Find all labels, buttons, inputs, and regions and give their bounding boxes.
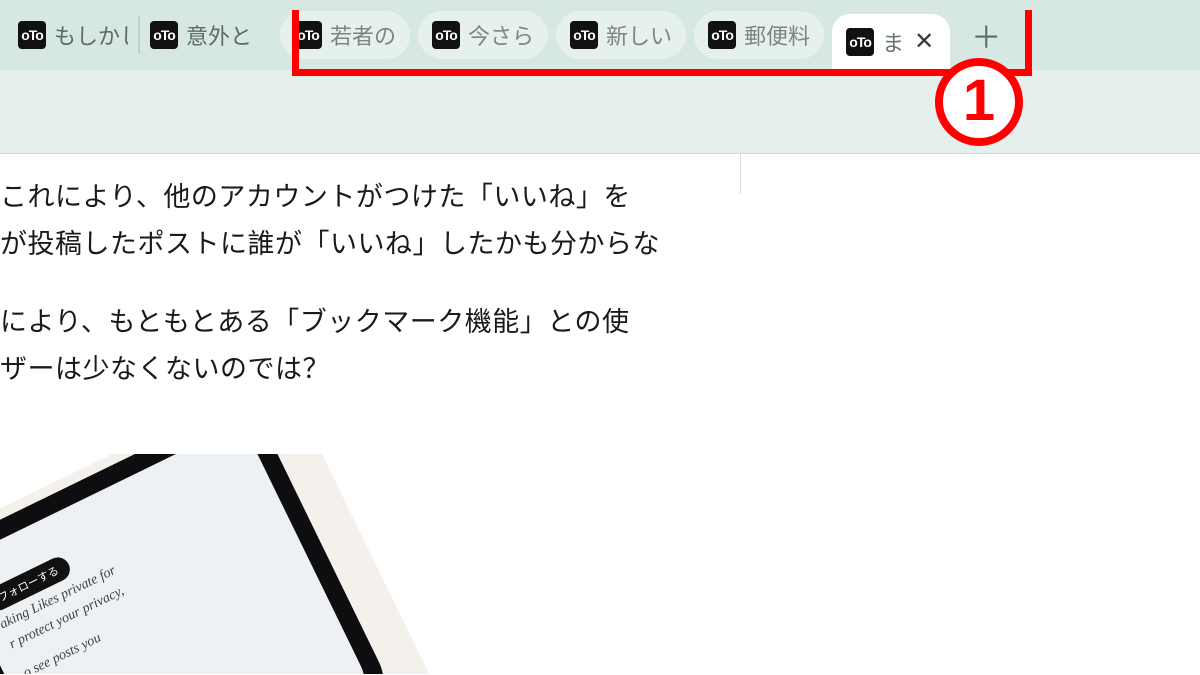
tab-group-1[interactable]: oTo 今さら [418, 11, 548, 59]
tab-label: ま [882, 26, 904, 58]
site-icon: oTo [570, 21, 598, 49]
content-divider [740, 154, 741, 194]
close-icon[interactable]: ✕ [912, 30, 936, 54]
site-icon: oTo [708, 21, 736, 49]
site-icon: oTo [18, 21, 46, 49]
article-line: これにより、他のアカウントがつけた「いいね」を [0, 182, 631, 212]
new-tab-button[interactable]: ＋ [964, 13, 1008, 57]
tab-label: もしかし [54, 19, 128, 51]
browser-toolbar [0, 70, 1200, 154]
site-icon: oTo [432, 21, 460, 49]
site-icon: oTo [846, 28, 874, 56]
phone-mock: フォローする aking Likes private for r protect… [0, 454, 440, 674]
tab-group-2[interactable]: oTo 新しい [556, 11, 686, 59]
site-icon: oTo [150, 21, 178, 49]
tab-label: 若者の [330, 19, 396, 51]
article-line: により、もともとある「ブックマーク機能」との使 [0, 307, 630, 337]
page-content: これにより、他のアカウントがつけた「いいね」を が投稿したポストに誰が「いいね」… [0, 154, 1200, 675]
article-line: ザーは少なくないのでは？ [0, 354, 330, 384]
article-body: これにより、他のアカウントがつけた「いいね」を が投稿したポストに誰が「いいね」… [0, 174, 740, 423]
tab-label: 郵便料 [744, 19, 810, 51]
plus-icon: ＋ [971, 13, 1001, 57]
tab-label: 今さら [468, 19, 534, 51]
tab-pinned-0[interactable]: oTo もしかし [8, 15, 138, 55]
tab-label: 意外と [186, 19, 252, 51]
tab-label: 新しい [606, 19, 672, 51]
site-icon: oTo [294, 21, 322, 49]
tab-active[interactable]: oTo ま ✕ [832, 14, 950, 70]
tab-group-3[interactable]: oTo 郵便料 [694, 11, 824, 59]
article-line: が投稿したポストに誰が「いいね」したかも分からな [0, 229, 660, 259]
tab-group-0[interactable]: oTo 若者の [280, 11, 410, 59]
browser-tabstrip: oTo もしかし oTo 意外と oTo 若者の oTo 今さら oTo 新しい… [0, 0, 1200, 70]
tab-pinned-1[interactable]: oTo 意外と [140, 15, 262, 55]
article-image: フォローする aking Likes private for r protect… [0, 454, 440, 674]
